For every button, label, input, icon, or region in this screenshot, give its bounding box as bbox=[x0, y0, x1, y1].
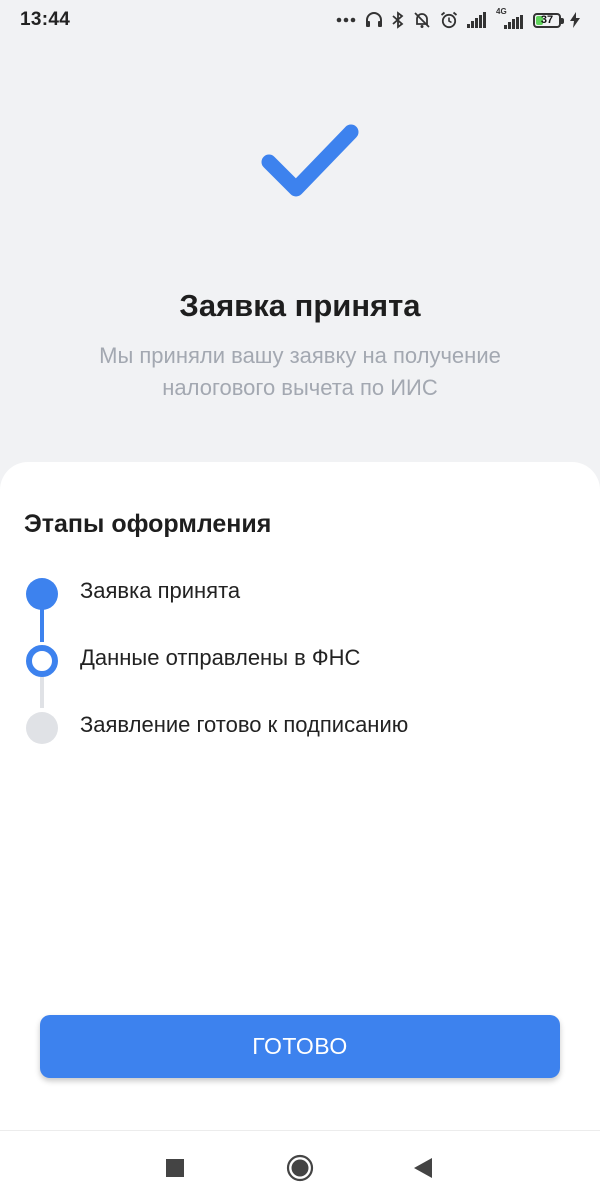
stages-card: Этапы оформления Заявка принята Данные о… bbox=[0, 462, 600, 1130]
page-title: Заявка принята bbox=[179, 288, 421, 323]
headphones-icon bbox=[366, 12, 382, 27]
signal-4g-icon: 4G bbox=[496, 7, 524, 29]
status-icons: 4G 37 bbox=[336, 7, 580, 29]
battery-icon: 37 bbox=[533, 12, 564, 28]
stage-label: Заявка принята bbox=[80, 578, 241, 603]
stage-step: Заявление готово к подписанию bbox=[0, 706, 600, 746]
status-time: 13:44 bbox=[20, 9, 71, 30]
bell-muted-icon bbox=[414, 12, 430, 28]
stage-step: Данные отправлены в ФНС bbox=[0, 639, 600, 679]
back-button[interactable] bbox=[408, 1153, 438, 1183]
alarm-icon bbox=[440, 11, 458, 29]
home-circle-icon bbox=[286, 1154, 314, 1182]
page-subtitle: Мы приняли вашу заявку на получение нало… bbox=[99, 343, 501, 400]
stage-pending-dot bbox=[26, 712, 58, 744]
system-nav-bar bbox=[0, 1130, 600, 1200]
stage-done-dot bbox=[26, 578, 58, 610]
stages-title: Этапы оформления bbox=[24, 510, 272, 538]
battery-level: 37 bbox=[540, 13, 554, 26]
stage-step: Заявка принята bbox=[0, 572, 600, 612]
home-button[interactable] bbox=[285, 1153, 315, 1183]
stage-label: Данные отправлены в ФНС bbox=[80, 645, 361, 670]
status-bar: 13:44 4G 37 bbox=[0, 0, 600, 40]
charging-icon bbox=[570, 12, 580, 28]
signal-icon bbox=[467, 12, 486, 28]
checkmark-icon bbox=[261, 124, 359, 197]
recents-button[interactable] bbox=[160, 1153, 190, 1183]
bluetooth-icon bbox=[392, 11, 404, 29]
more-dots-icon bbox=[336, 17, 356, 23]
stage-active-dot bbox=[26, 645, 58, 677]
success-header: Заявка принята Мы приняли вашу заявку на… bbox=[0, 40, 600, 480]
recents-square-icon bbox=[166, 1159, 184, 1177]
stage-label: Заявление готово к подписанию bbox=[80, 712, 409, 737]
back-triangle-icon bbox=[414, 1158, 432, 1178]
done-button[interactable]: ГОТОВО bbox=[40, 1015, 560, 1078]
